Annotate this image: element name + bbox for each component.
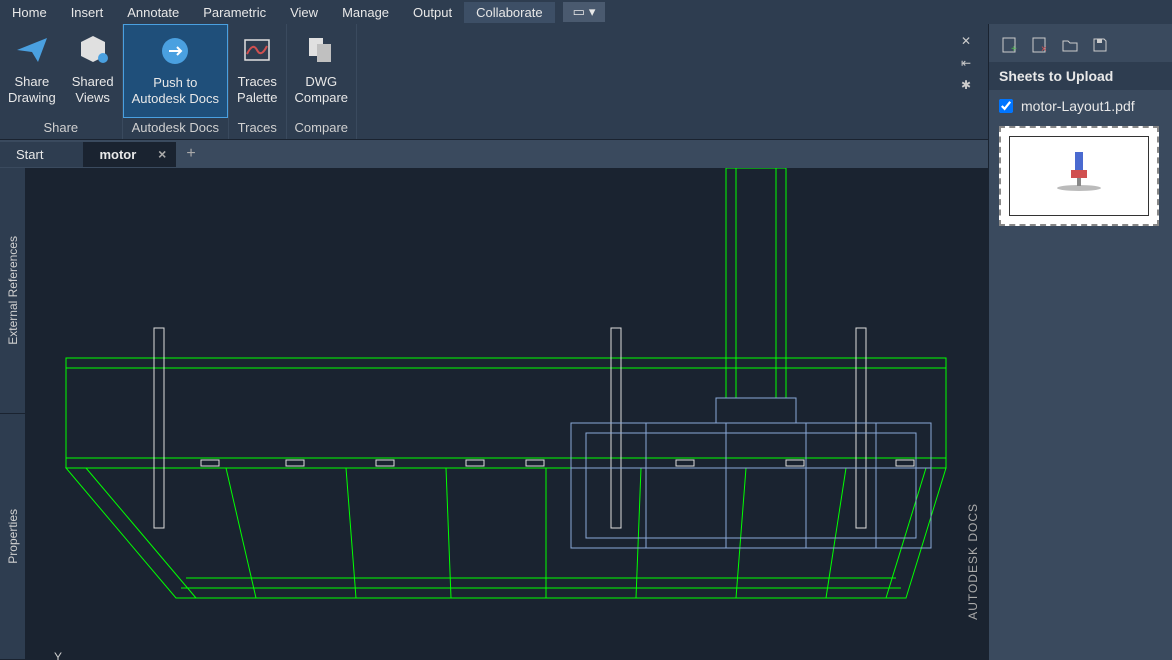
panel-title: Sheets to Upload [989,62,1172,90]
external-references-panel-tab[interactable]: External References [0,168,25,414]
ucs-y-label: Y [54,650,62,660]
collapse-icon[interactable]: ⇤ [956,54,976,72]
label-l1: Share [14,74,49,90]
tab-label: motor [99,147,136,162]
sheet-item[interactable]: motor-Layout1.pdf [989,90,1172,122]
menu-parametric[interactable]: Parametric [191,2,278,23]
chevron-down-icon: ▾ [589,4,596,20]
left-rail: External References Properties [0,168,26,660]
group-label: Compare [287,118,356,139]
rail-label: Properties [6,509,20,564]
menu-insert[interactable]: Insert [59,2,116,23]
share-drawing-button[interactable]: Share Drawing [0,24,64,118]
menu-output[interactable]: Output [401,2,464,23]
svg-text:×: × [1041,44,1047,54]
plane-icon [12,30,52,70]
label-l1: Shared [72,74,114,90]
remove-sheet-icon[interactable]: × [1029,34,1051,56]
globe-arrow-icon [155,31,195,71]
wave-icon [237,30,277,70]
ribbon-group-traces: Traces Palette Traces [229,24,286,139]
properties-panel-tab[interactable]: Properties [0,414,25,660]
tab-start[interactable]: Start [0,142,83,167]
rect-icon: ▭ [573,4,585,20]
sheet-filename: motor-Layout1.pdf [1021,98,1135,114]
label-l1: Push to [153,75,197,91]
label-l1: DWG [305,74,337,90]
panel-toolbar: + × [989,24,1172,62]
wireframe-drawing [26,168,986,660]
canvas-controls: ✕ ⇤ ✱ [956,28,982,94]
new-tab-button[interactable]: + [176,143,205,165]
menu-more-dropdown[interactable]: ▭ ▾ [563,2,606,22]
menu-home[interactable]: Home [0,2,59,23]
menu-view[interactable]: View [278,2,330,23]
autodesk-docs-side-label: AUTODESK DOCS [966,503,980,620]
push-to-docs-button[interactable]: Push to Autodesk Docs [123,24,228,118]
label-l2: Palette [237,90,277,106]
tab-motor[interactable]: motor × [83,142,176,167]
cube-share-icon [73,30,113,70]
sheet-thumbnail[interactable] [999,126,1162,226]
dwg-compare-button[interactable]: DWG Compare [287,24,356,118]
group-label: Share [0,118,122,139]
label-l2: Drawing [8,90,56,106]
sheets-upload-panel: + × Sheets to Upload motor-Layout1.pdf [988,24,1172,660]
label-l1: Traces [238,74,277,90]
compare-icon [301,30,341,70]
close-panel-icon[interactable]: ✕ [956,32,976,50]
sheet-checkbox[interactable] [999,99,1013,113]
svg-text:+: + [1011,44,1017,54]
shared-views-button[interactable]: Shared Views [64,24,122,118]
menu-collaborate[interactable]: Collaborate [464,2,555,23]
menu-bar: Home Insert Annotate Parametric View Man… [0,0,1172,24]
group-label: Autodesk Docs [123,118,228,139]
label-l2: Views [75,90,109,106]
folder-icon[interactable] [1059,34,1081,56]
ribbon-group-autodesk-docs: Push to Autodesk Docs Autodesk Docs [123,24,229,139]
settings-icon[interactable]: ✱ [956,76,976,94]
thumbnail-graphic [1049,146,1109,206]
menu-annotate[interactable]: Annotate [115,2,191,23]
group-label: Traces [229,118,285,139]
traces-palette-button[interactable]: Traces Palette [229,24,285,118]
rail-label: External References [6,236,20,345]
add-sheet-icon[interactable]: + [999,34,1021,56]
save-icon[interactable] [1089,34,1111,56]
label-l2: Autodesk Docs [132,91,219,107]
ribbon-group-share: Share Drawing Shared Views Share [0,24,123,139]
menu-manage[interactable]: Manage [330,2,401,23]
ribbon-group-compare: DWG Compare Compare [287,24,357,139]
label-l2: Compare [295,90,348,106]
close-icon[interactable]: × [158,146,166,162]
